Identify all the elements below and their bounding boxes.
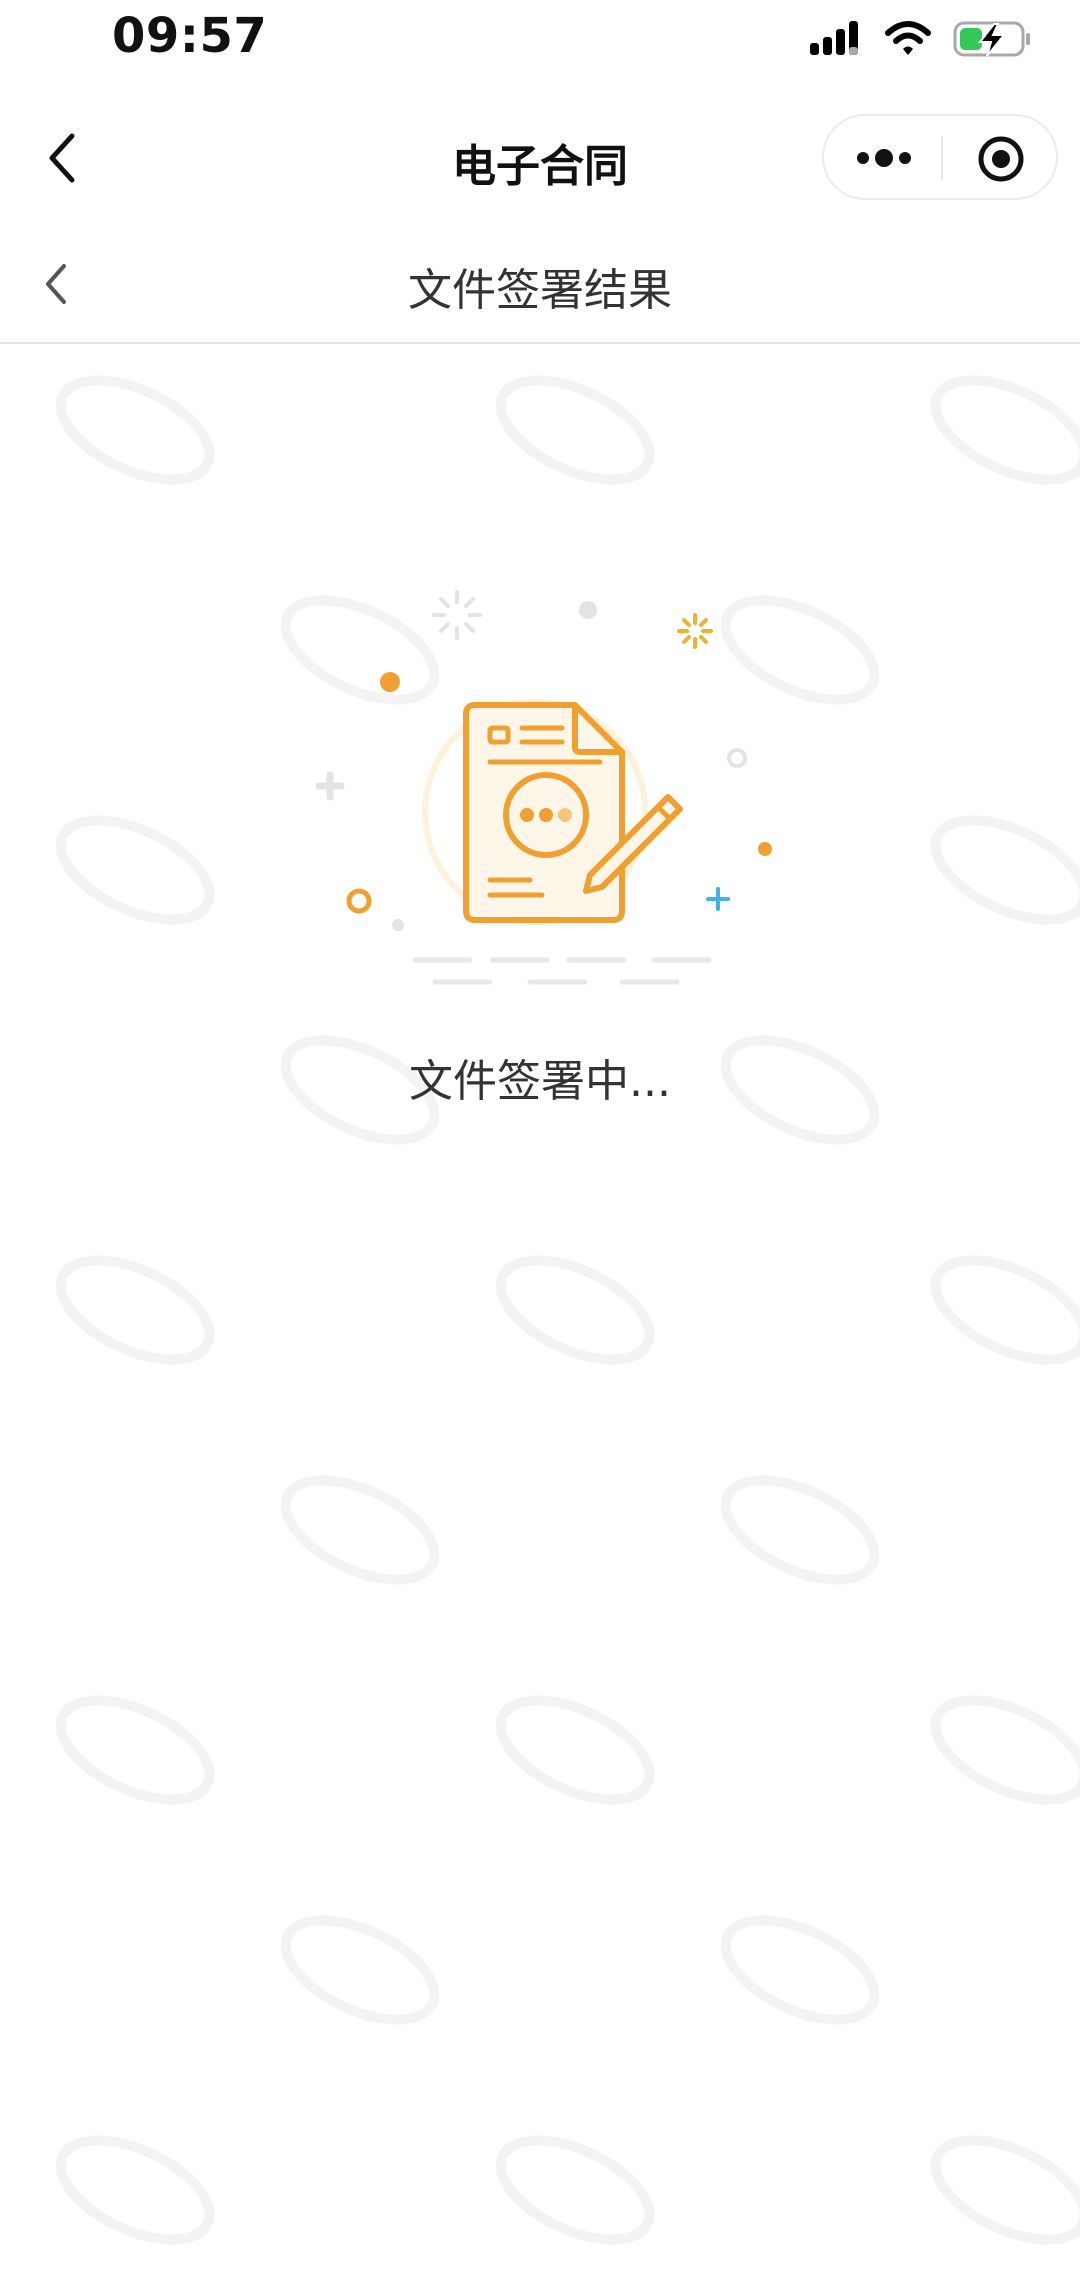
capsule-divider bbox=[941, 136, 943, 180]
close-mini-program-icon[interactable] bbox=[976, 134, 1026, 184]
status-time: 09:57 bbox=[112, 8, 268, 64]
dot-orange-small bbox=[758, 842, 772, 856]
nav-bar: 电子合同 bbox=[0, 110, 1080, 206]
battery-charging-icon bbox=[953, 21, 1030, 57]
wifi-icon bbox=[885, 21, 931, 55]
document-signing-illustration bbox=[315, 590, 772, 985]
cellular-signal-icon bbox=[810, 21, 858, 55]
plus-blue-icon bbox=[706, 887, 730, 911]
mini-program-capsule bbox=[822, 114, 1058, 200]
ground-lines bbox=[412, 957, 712, 985]
status-icons bbox=[808, 14, 1032, 64]
ring-gray bbox=[727, 748, 747, 768]
dot-orange bbox=[380, 672, 400, 692]
page-title: 文件签署结果 bbox=[408, 265, 672, 316]
sparkle-yellow-icon bbox=[677, 613, 713, 649]
plus-gray-icon bbox=[315, 771, 345, 801]
signing-status-text: 文件签署中... bbox=[409, 1056, 671, 1107]
dot-gray bbox=[579, 601, 597, 619]
dot-gray-small bbox=[392, 919, 404, 931]
page-header: 文件签署结果 bbox=[0, 226, 1080, 344]
sparkle-gray-icon bbox=[432, 590, 482, 640]
ring-orange bbox=[346, 888, 372, 914]
status-bar: 09:57 bbox=[0, 0, 1080, 88]
more-options-icon[interactable] bbox=[854, 136, 914, 180]
